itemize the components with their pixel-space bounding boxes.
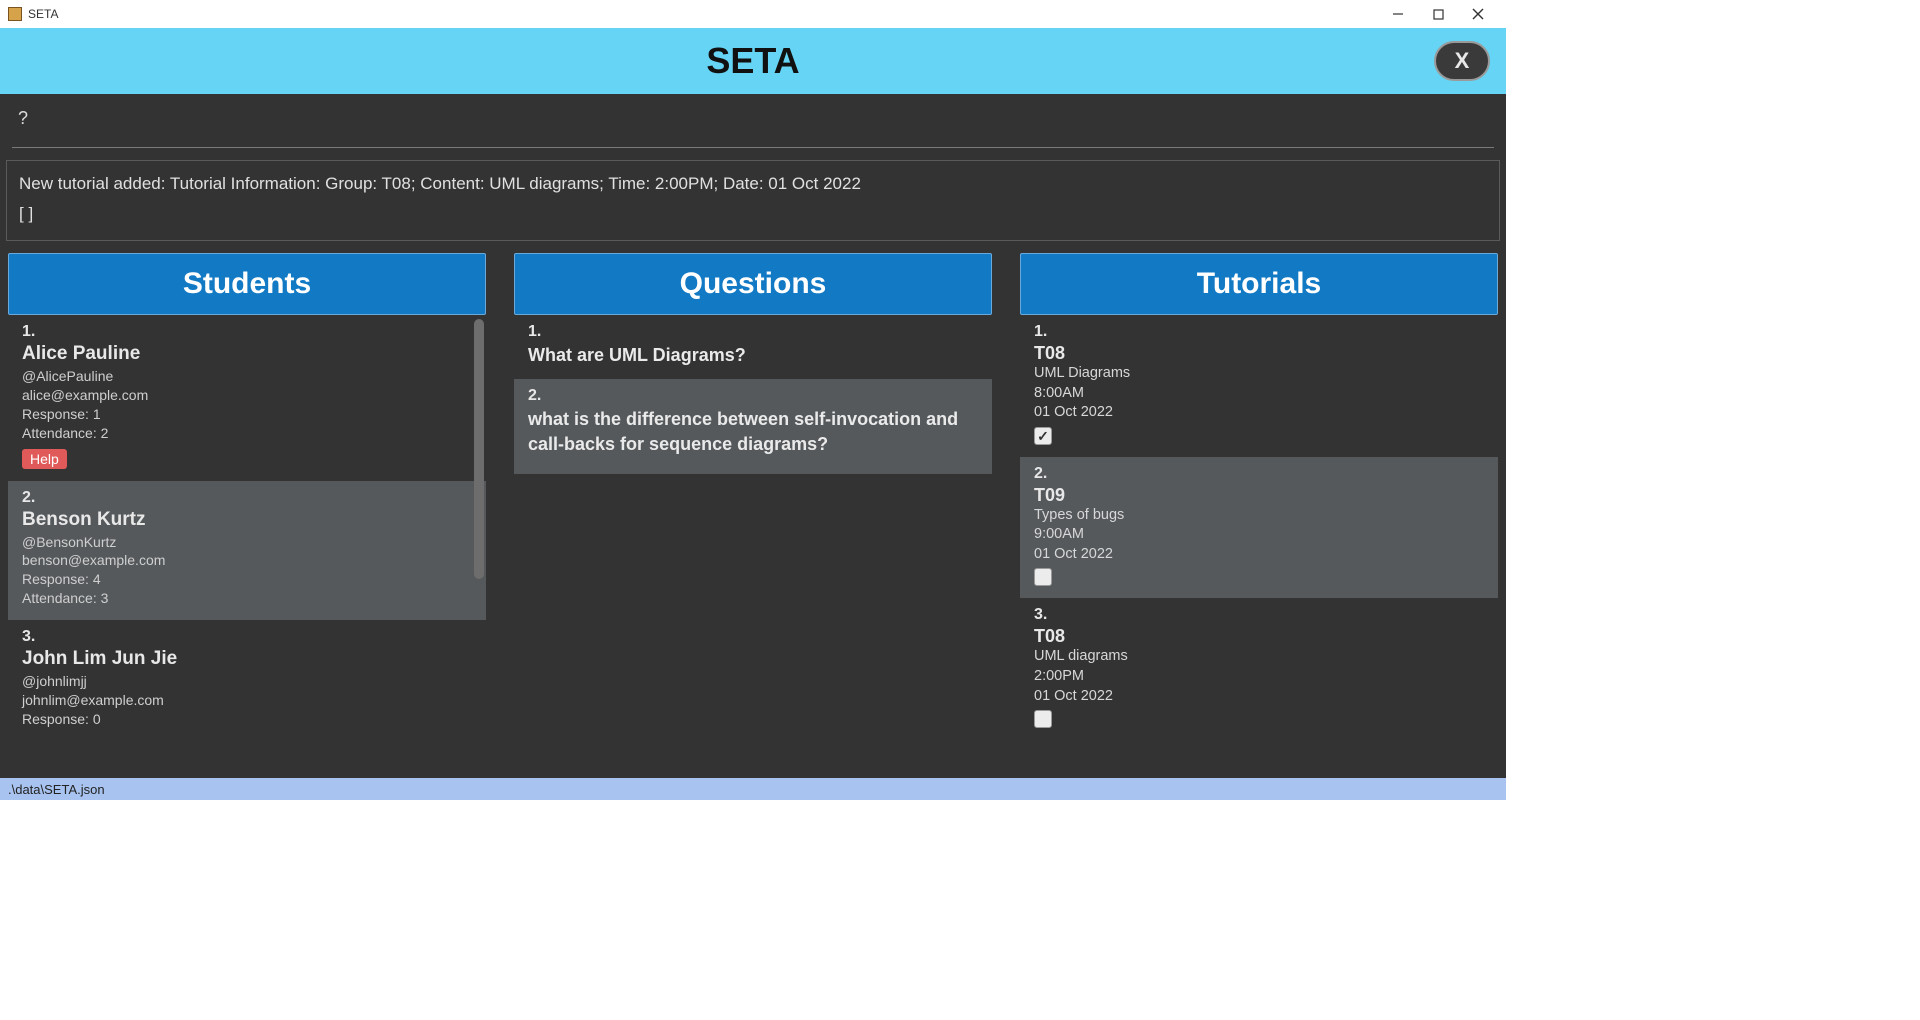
student-handle: @johnlimjj bbox=[22, 672, 464, 691]
result-line-1: New tutorial added: Tutorial Information… bbox=[19, 171, 1487, 197]
question-text: What are UML Diagrams? bbox=[528, 343, 978, 367]
question-card[interactable]: 1. What are UML Diagrams? bbox=[514, 315, 992, 379]
student-email: alice@example.com bbox=[22, 386, 464, 405]
banner-close-button[interactable]: X bbox=[1434, 41, 1490, 81]
tutorial-content: UML Diagrams bbox=[1034, 364, 1484, 384]
window-close-button[interactable] bbox=[1458, 0, 1498, 28]
student-handle: @AlicePauline bbox=[22, 367, 464, 386]
command-prompt-row: ? bbox=[6, 100, 1500, 129]
student-index: 3. bbox=[22, 628, 464, 646]
questions-column: Questions 1. What are UML Diagrams? 2. w… bbox=[514, 253, 992, 770]
tutorial-card[interactable]: 2. T09 Types of bugs 9:00AM 01 Oct 2022 bbox=[1020, 457, 1498, 599]
banner-title: SETA bbox=[706, 40, 799, 82]
result-line-2: [ ] bbox=[19, 201, 1487, 227]
students-scrollbar[interactable] bbox=[474, 319, 484, 579]
questions-header-label: Questions bbox=[680, 267, 827, 301]
questions-header: Questions bbox=[514, 253, 992, 315]
columns-row: Students 1. Alice Pauline @AlicePauline … bbox=[6, 247, 1500, 770]
window-maximize-button[interactable] bbox=[1418, 0, 1458, 28]
students-list: 1. Alice Pauline @AlicePauline alice@exa… bbox=[8, 315, 486, 770]
student-name: Alice Pauline bbox=[22, 343, 464, 365]
student-response: Response: 1 bbox=[22, 405, 464, 424]
tutorial-group: T08 bbox=[1034, 626, 1484, 647]
command-prompt-char: ? bbox=[18, 108, 28, 128]
students-header-label: Students bbox=[183, 267, 311, 301]
student-email: benson@example.com bbox=[22, 551, 464, 570]
students-header: Students bbox=[8, 253, 486, 315]
student-name: Benson Kurtz bbox=[22, 509, 464, 531]
os-titlebar: SETA bbox=[0, 0, 1506, 28]
tutorial-checkbox[interactable] bbox=[1034, 568, 1052, 586]
student-attendance: Attendance: 3 bbox=[22, 589, 464, 608]
app-window: SETA SETA X ? New tutorial added: Tutori… bbox=[0, 0, 1506, 800]
question-index: 2. bbox=[528, 387, 978, 405]
student-card[interactable]: 2. Benson Kurtz @BensonKurtz benson@exam… bbox=[8, 481, 486, 621]
tutorials-column: Tutorials 1. T08 UML Diagrams 8:00AM 01 … bbox=[1020, 253, 1498, 770]
maximize-icon bbox=[1433, 9, 1444, 20]
question-text: what is the difference between self-invo… bbox=[528, 407, 978, 456]
help-tag: Help bbox=[22, 449, 67, 469]
tutorial-group: T08 bbox=[1034, 343, 1484, 364]
student-card[interactable]: 3. John Lim Jun Jie @johnlimjj johnlim@e… bbox=[8, 620, 486, 741]
result-box: New tutorial added: Tutorial Information… bbox=[6, 160, 1500, 241]
divider bbox=[12, 147, 1494, 148]
tutorials-header-label: Tutorials bbox=[1197, 267, 1321, 301]
students-column: Students 1. Alice Pauline @AlicePauline … bbox=[8, 253, 486, 770]
tutorial-index: 1. bbox=[1034, 323, 1484, 341]
question-index: 1. bbox=[528, 323, 978, 341]
tutorial-time: 2:00PM bbox=[1034, 667, 1484, 687]
tutorials-header: Tutorials bbox=[1020, 253, 1498, 315]
tutorial-index: 2. bbox=[1034, 465, 1484, 483]
app-icon bbox=[8, 7, 22, 21]
tutorial-card[interactable]: 3. T08 UML diagrams 2:00PM 01 Oct 2022 bbox=[1020, 598, 1498, 740]
window-minimize-button[interactable] bbox=[1378, 0, 1418, 28]
statusbar-path: .\data\SETA.json bbox=[8, 782, 105, 797]
tutorial-time: 8:00AM bbox=[1034, 384, 1484, 404]
app-banner: SETA X bbox=[0, 28, 1506, 94]
statusbar: .\data\SETA.json bbox=[0, 778, 1506, 800]
checkmark-icon: ✓ bbox=[1037, 429, 1049, 443]
main-content: ? New tutorial added: Tutorial Informati… bbox=[0, 94, 1506, 778]
tutorial-content: UML diagrams bbox=[1034, 647, 1484, 667]
student-index: 2. bbox=[22, 489, 464, 507]
tutorials-list: 1. T08 UML Diagrams 8:00AM 01 Oct 2022 ✓… bbox=[1020, 315, 1498, 770]
tutorial-date: 01 Oct 2022 bbox=[1034, 403, 1484, 423]
student-email: johnlim@example.com bbox=[22, 691, 464, 710]
close-icon bbox=[1472, 8, 1484, 20]
student-name: John Lim Jun Jie bbox=[22, 648, 464, 670]
banner-close-label: X bbox=[1455, 48, 1470, 74]
student-response: Response: 0 bbox=[22, 710, 464, 729]
questions-list: 1. What are UML Diagrams? 2. what is the… bbox=[514, 315, 992, 770]
tutorial-time: 9:00AM bbox=[1034, 525, 1484, 545]
question-card[interactable]: 2. what is the difference between self-i… bbox=[514, 379, 992, 474]
tutorial-group: T09 bbox=[1034, 485, 1484, 506]
app-title: SETA bbox=[28, 7, 58, 21]
tutorial-date: 01 Oct 2022 bbox=[1034, 545, 1484, 565]
tutorial-index: 3. bbox=[1034, 606, 1484, 624]
student-handle: @BensonKurtz bbox=[22, 533, 464, 552]
student-card[interactable]: 1. Alice Pauline @AlicePauline alice@exa… bbox=[8, 315, 486, 481]
tutorial-date: 01 Oct 2022 bbox=[1034, 687, 1484, 707]
student-index: 1. bbox=[22, 323, 464, 341]
student-response: Response: 4 bbox=[22, 570, 464, 589]
student-attendance: Attendance: 2 bbox=[22, 424, 464, 443]
tutorial-card[interactable]: 1. T08 UML Diagrams 8:00AM 01 Oct 2022 ✓ bbox=[1020, 315, 1498, 457]
tutorial-checkbox[interactable] bbox=[1034, 710, 1052, 728]
tutorial-checkbox[interactable]: ✓ bbox=[1034, 427, 1052, 445]
minimize-icon bbox=[1392, 8, 1404, 20]
tutorial-content: Types of bugs bbox=[1034, 506, 1484, 526]
